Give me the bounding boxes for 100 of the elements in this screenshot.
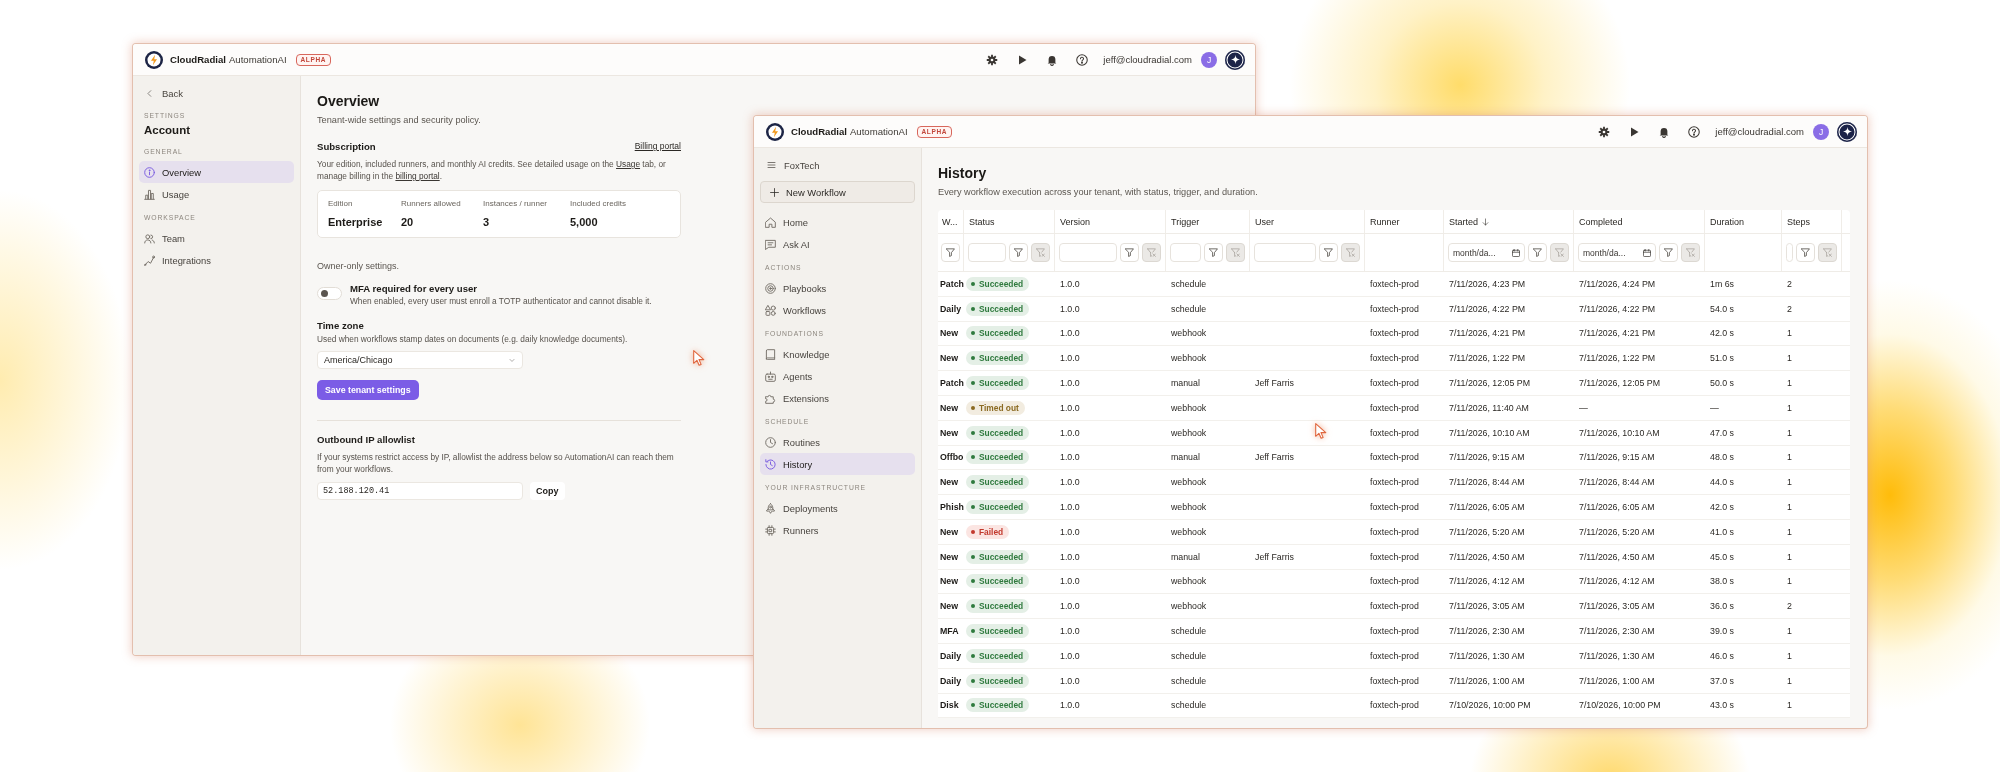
column-header[interactable]: W...	[938, 210, 964, 233]
filter-button[interactable]	[1319, 243, 1338, 262]
nav-item[interactable]: Runners	[760, 519, 915, 541]
table-cell-text: 1	[1786, 625, 1793, 639]
play-icon[interactable]	[1016, 53, 1029, 66]
chip-icon	[765, 524, 776, 536]
filter-field[interactable]	[1786, 243, 1793, 262]
table-cell-text: 39.0 s	[1709, 625, 1735, 639]
filter-field[interactable]	[1170, 243, 1201, 262]
nav-item[interactable]: Overview	[139, 161, 294, 183]
settings-icon[interactable]	[1598, 125, 1611, 138]
inline-link[interactable]: Usage	[616, 159, 641, 169]
table-cell-text: foxtech-prod	[1369, 476, 1420, 490]
filter-button[interactable]	[1009, 243, 1028, 262]
filter-field[interactable]	[1254, 243, 1316, 262]
nav-item[interactable]: Playbooks	[760, 277, 915, 299]
column-header[interactable]: Duration	[1705, 210, 1782, 233]
nav-item[interactable]: Knowledge	[760, 343, 915, 365]
clear-filter-icon	[1686, 248, 1695, 257]
table-cell-text: 2	[1786, 302, 1793, 316]
column-header[interactable]: User	[1250, 210, 1365, 233]
workspace-switcher[interactable]: FoxTech	[760, 156, 820, 174]
chevron-left-icon	[146, 88, 153, 98]
column-header[interactable]: Trigger	[1166, 210, 1250, 233]
help-icon[interactable]	[1076, 53, 1089, 66]
book-icon	[765, 348, 776, 360]
table-cell-text: 1	[1786, 352, 1793, 366]
nav-item[interactable]: Routines	[760, 431, 915, 453]
copy-button[interactable]: Copy	[530, 482, 565, 500]
filter-field[interactable]	[1059, 243, 1117, 262]
table-cell-text: 1.0.0	[1059, 501, 1081, 515]
table-cell-text: manual	[1170, 377, 1201, 391]
column-header[interactable]: Started	[1444, 210, 1574, 233]
play-icon[interactable]	[1628, 125, 1641, 138]
status-dot-icon	[971, 604, 975, 609]
timezone-select[interactable]: America/Chicago	[317, 351, 523, 369]
nav-item[interactable]: Team	[139, 227, 294, 249]
bell-icon[interactable]	[1658, 125, 1671, 138]
ip-address-field[interactable]: 52.188.120.41	[317, 482, 523, 500]
filter-button[interactable]	[1528, 243, 1547, 262]
user-avatar[interactable]: J	[1813, 123, 1829, 140]
target-icon	[765, 282, 776, 294]
date-field[interactable]: month/da...	[1448, 243, 1525, 262]
table-cell-text: 44.0 s	[1709, 476, 1735, 490]
nav-item[interactable]: Workflows	[760, 299, 915, 321]
table-cell-text: 7/11/2026, 1:22 PM	[1578, 352, 1657, 366]
table-cell-text: 2	[1786, 277, 1793, 291]
back-link[interactable]: Back	[139, 83, 184, 103]
nav-item[interactable]: Home	[760, 211, 915, 233]
nav-item[interactable]: Agents	[760, 365, 915, 387]
filter-button[interactable]	[1796, 243, 1815, 262]
table-cell-text: 1	[1786, 451, 1793, 465]
table-cell-text: 45.0 s	[1709, 550, 1735, 564]
settings-icon[interactable]	[986, 53, 999, 66]
table-cell-text: 37.0 s	[1709, 674, 1735, 688]
table-cell-text: foxtech-prod	[1369, 327, 1420, 341]
assistant-button[interactable]	[1837, 121, 1857, 142]
date-field[interactable]: month/da...	[1578, 243, 1656, 262]
nav-item[interactable]: Usage	[139, 183, 294, 205]
table-cell-text: foxtech-prod	[1369, 575, 1420, 589]
help-icon[interactable]	[1688, 125, 1701, 138]
nav-item[interactable]: History	[760, 453, 915, 475]
table-cell-text: 7/11/2026, 5:20 AM	[1578, 525, 1656, 539]
status-text: Succeeded	[979, 303, 1024, 314]
table-cell-text: New	[939, 550, 960, 564]
filter-button[interactable]	[1659, 243, 1678, 262]
bell-icon[interactable]	[1046, 53, 1059, 66]
inline-link[interactable]: billing portal	[395, 171, 440, 181]
filter-icon	[1324, 248, 1333, 257]
column-header[interactable]: Runner	[1365, 210, 1444, 233]
status-dot-icon	[971, 505, 975, 510]
column-header[interactable]: Version	[1055, 210, 1166, 233]
new-workflow-button[interactable]: New Workflow	[760, 181, 915, 203]
nav-item[interactable]: Ask AI	[760, 233, 915, 255]
table-cell-text: Patch	[939, 377, 964, 391]
setting-description: Used when workflows stamp dates on documents (e.g. daily knowledge documents).	[317, 333, 628, 345]
stat-value: 20	[401, 215, 414, 229]
nav-item[interactable]: Extensions	[760, 387, 915, 409]
column-header[interactable]: Steps	[1782, 210, 1842, 233]
assistant-button[interactable]	[1225, 49, 1245, 70]
nav-item[interactable]: Integrations	[139, 249, 294, 271]
table-cell-text: 1	[1786, 649, 1793, 663]
column-header[interactable]: Status	[964, 210, 1055, 233]
filter-button[interactable]	[941, 243, 960, 262]
save-button[interactable]: Save tenant settings	[317, 380, 419, 400]
table-cell-text: foxtech-prod	[1369, 625, 1420, 639]
table-cell-text: 7/11/2026, 12:05 PM	[1448, 377, 1532, 391]
nav-item[interactable]: Deployments	[760, 497, 915, 519]
table-cell-text: 7/11/2026, 10:10 AM	[1578, 426, 1661, 440]
stat-value: 5,000	[570, 215, 598, 229]
toggle-switch[interactable]	[317, 287, 342, 300]
table-cell-text: 7/11/2026, 1:00 AM	[1448, 674, 1526, 688]
billing-portal-link[interactable]: Billing portal	[634, 141, 681, 151]
filter-field[interactable]	[968, 243, 1006, 262]
table-cell-text: New	[939, 525, 960, 539]
filter-button[interactable]	[1120, 243, 1139, 262]
table-cell-text: 7/11/2026, 12:05 PM	[1578, 377, 1662, 391]
column-header[interactable]: Completed	[1574, 210, 1705, 233]
user-avatar[interactable]: J	[1201, 51, 1217, 68]
filter-button[interactable]	[1204, 243, 1223, 262]
